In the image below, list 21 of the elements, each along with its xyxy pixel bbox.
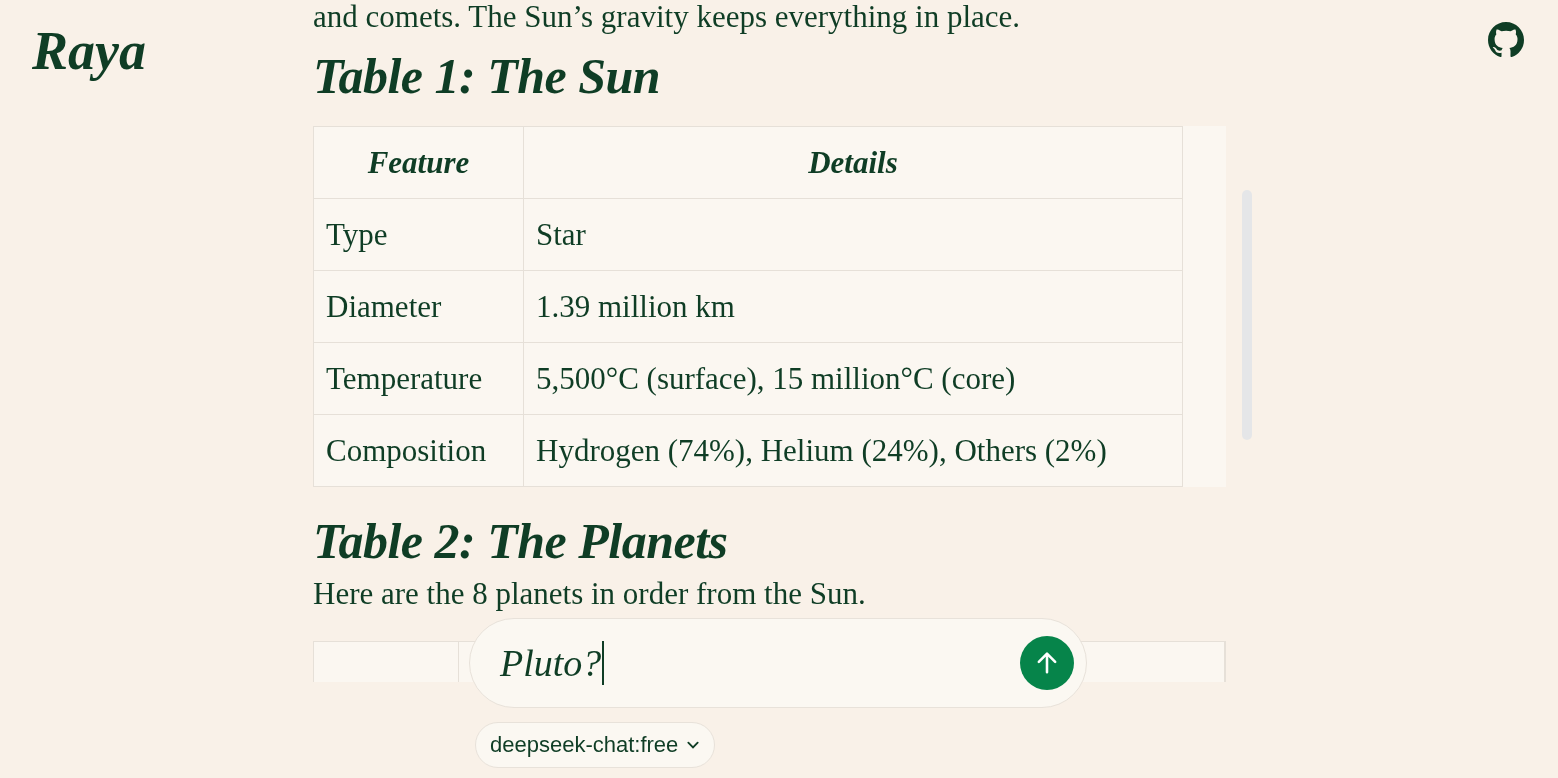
input-text: Pluto?	[500, 641, 602, 685]
table-cell: Diameter	[313, 270, 524, 343]
table-cell: 5,500°C (surface), 15 million°C (core)	[523, 342, 1183, 415]
column-header: Details	[523, 126, 1183, 199]
table-cell: Star	[523, 198, 1183, 271]
paragraph: Here are the 8 planets in order from the Sun.	[313, 577, 867, 611]
section-heading: Table 1: The Sun	[313, 47, 662, 106]
table-cell: 1.39 million km	[523, 270, 1183, 343]
column-header: Feature	[313, 126, 524, 199]
section-heading: Table 2: The Planets	[313, 512, 729, 571]
text-cursor	[602, 641, 604, 685]
chat-input[interactable]: Pluto?	[469, 618, 1087, 708]
logo[interactable]: Raya	[32, 22, 146, 82]
table-cell: Composition	[313, 414, 524, 487]
paragraph: and comets. The Sun’s gravity keeps everything in place.	[313, 0, 1022, 34]
github-icon[interactable]	[1488, 22, 1524, 58]
model-dropdown[interactable]: deepseek-chat:free	[475, 722, 716, 768]
table-cell: Type	[313, 198, 524, 271]
table-cell: Temperature	[313, 342, 524, 415]
send-button[interactable]	[1020, 636, 1074, 690]
table-cell: Hydrogen (74%), Helium (24%), Others (2%)	[523, 414, 1183, 487]
